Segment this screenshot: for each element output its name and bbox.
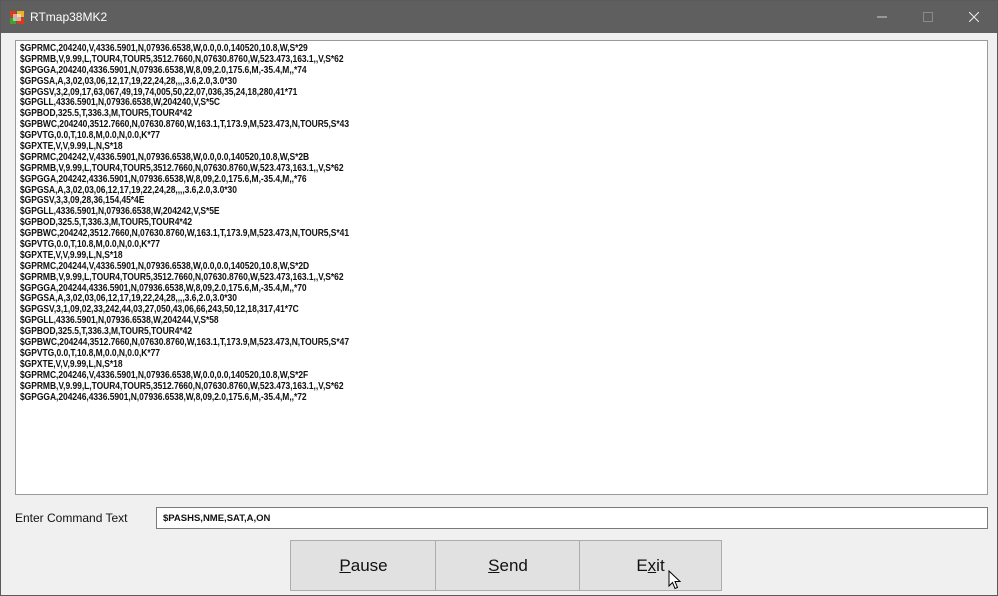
app-icon [10, 11, 24, 24]
send-button-label: Send [488, 555, 528, 575]
exit-button[interactable]: Exit [579, 540, 722, 591]
maximize-button[interactable] [905, 1, 951, 33]
minimize-button[interactable] [859, 1, 905, 33]
pause-button[interactable]: Pause [290, 540, 437, 591]
output-line: $GPVTG,0.0,T,10.8,M,0.0,N,0.0,K*77 [20, 239, 160, 251]
output-line: $GPGGA,204246,4336.5901,N,07936.6538,W,8… [20, 391, 307, 403]
command-label: Enter Command Text [15, 511, 128, 525]
main-window: RTmap38MK2 $GPRMC,204240,V,4336.5901,N,0… [0, 0, 998, 596]
send-button[interactable]: Send [435, 540, 581, 591]
output-line: $GPVTG,0.0,T,10.8,M,0.0,N,0.0,K*77 [20, 347, 160, 359]
title-bar[interactable]: RTmap38MK2 [1, 1, 997, 33]
close-button[interactable] [951, 1, 997, 33]
nmea-output-textbox[interactable]: $GPRMC,204240,V,4336.5901,N,07936.6538,W… [15, 40, 988, 495]
exit-button-label: Exit [636, 555, 665, 575]
close-icon [969, 12, 979, 22]
minimize-icon [877, 16, 887, 18]
command-input[interactable] [156, 507, 988, 529]
mouse-pointer-icon [668, 570, 682, 590]
pause-button-label: Pause [339, 555, 388, 575]
window-title: RTmap38MK2 [30, 10, 108, 24]
output-line: $GPVTG,0.0,T,10.8,M,0.0,N,0.0,K*77 [20, 130, 160, 142]
maximize-icon [923, 12, 933, 22]
